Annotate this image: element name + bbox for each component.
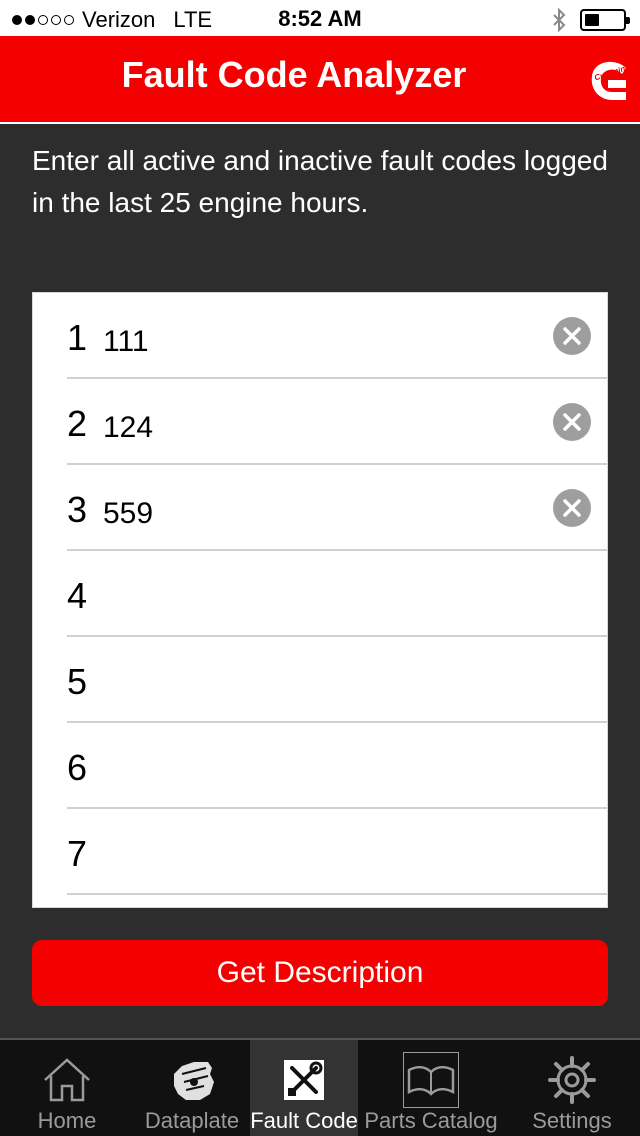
row-number: 3 (67, 489, 88, 530)
home-icon (44, 1058, 90, 1102)
row-number: 1 (67, 317, 88, 358)
gear-icon (548, 1056, 596, 1104)
engine-icon (174, 1062, 214, 1100)
fault-code-row[interactable]: 4 (67, 551, 607, 637)
row-number: 2 (67, 403, 88, 444)
tab-label: Dataplate (144, 1108, 240, 1133)
get-description-button[interactable]: Get Description (32, 940, 608, 1006)
fault-code-list: 1 111 2 124 3 559 4 5 6 7 (32, 292, 608, 908)
instructions-text: Enter all active and inactive fault code… (32, 145, 608, 218)
bluetooth-icon (553, 8, 566, 32)
row-number: 4 (67, 575, 88, 616)
page-title: Fault Code Analyzer (121, 54, 467, 95)
cummins-logo-icon: Cummins (591, 61, 631, 100)
row-number: 6 (67, 747, 88, 788)
tab-bar: Home Dataplate Fault Code Parts Catalog (0, 1038, 640, 1136)
tab-dataplate[interactable]: Dataplate (134, 1040, 250, 1136)
tab-home[interactable]: Home (0, 1040, 134, 1136)
book-icon (403, 1052, 459, 1108)
fault-code-input[interactable]: 559 (103, 497, 153, 531)
fault-code-row[interactable]: 3 559 (67, 465, 607, 551)
fault-code-row[interactable]: 1 111 (67, 293, 607, 379)
status-time: 8:52 AM (278, 6, 362, 31)
fault-code-row[interactable]: 5 (67, 637, 607, 723)
tools-icon (284, 1060, 324, 1100)
clear-icon[interactable] (553, 317, 591, 355)
status-bar: Verizon LTE 8:52 AM (0, 0, 640, 40)
app-header: Fault Code Analyzer Cummins (0, 36, 640, 124)
clear-icon[interactable] (553, 489, 591, 527)
fault-code-row[interactable]: 6 (67, 723, 607, 809)
tab-label: Settings (532, 1108, 612, 1133)
tab-fault-code[interactable]: Fault Code (250, 1040, 358, 1136)
fault-code-row[interactable]: 7 (67, 809, 607, 895)
row-number: 5 (67, 661, 88, 702)
fault-code-input[interactable]: 111 (103, 325, 149, 359)
clear-icon[interactable] (553, 403, 591, 441)
fault-code-input[interactable]: 124 (103, 411, 153, 445)
tab-label: Parts Catalog (364, 1108, 498, 1133)
battery-icon (580, 9, 630, 31)
fault-code-row[interactable]: 2 124 (67, 379, 607, 465)
tab-label: Home (37, 1108, 97, 1133)
tab-label: Fault Code (250, 1108, 358, 1133)
row-number: 7 (67, 833, 88, 874)
tab-settings[interactable]: Settings (504, 1040, 640, 1136)
tab-parts-catalog[interactable]: Parts Catalog (358, 1040, 504, 1136)
